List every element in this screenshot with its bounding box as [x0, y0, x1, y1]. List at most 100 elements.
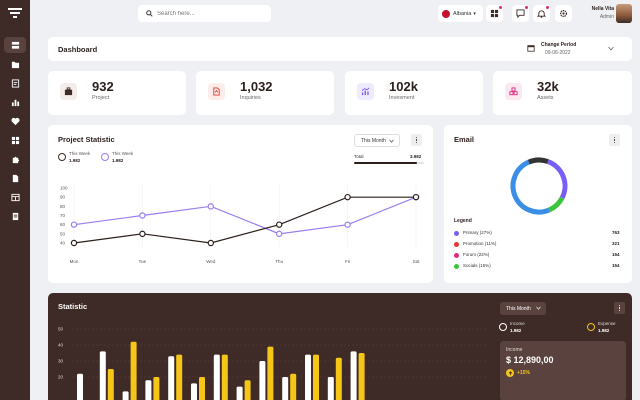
sidebar-item-plugins[interactable] — [4, 151, 26, 167]
stat-value: 102k — [389, 79, 418, 94]
data-point[interactable] — [70, 239, 78, 247]
expense-bar[interactable] — [107, 369, 114, 400]
chevron-down-icon: ▾ — [473, 10, 476, 17]
period-dropdown[interactable]: This Month — [500, 302, 546, 315]
data-point[interactable] — [207, 239, 214, 247]
donut-slice[interactable] — [546, 159, 568, 200]
search-box[interactable] — [138, 5, 271, 22]
expense-bar[interactable] — [130, 341, 137, 400]
language-select[interactable]: Albania ▾ — [438, 5, 483, 22]
avatar[interactable] — [616, 4, 632, 23]
stat-card-investment[interactable]: 102k Invesment — [345, 71, 483, 115]
donut-slice[interactable] — [510, 159, 551, 215]
topbar: Albania ▾ Nella Vita Admin — [30, 0, 640, 28]
briefcase-icon — [60, 83, 77, 100]
y-tick-label: 30 — [58, 359, 64, 364]
x-tick-label: Fri — [345, 259, 350, 264]
albania-flag-icon — [442, 9, 450, 18]
income-bar[interactable] — [145, 380, 152, 400]
sidebar-item-dashboard[interactable] — [4, 37, 26, 53]
change-period-label[interactable]: Change Period — [541, 42, 576, 48]
more-options-button[interactable] — [614, 302, 625, 314]
search-input[interactable] — [157, 10, 257, 17]
data-point[interactable] — [344, 193, 351, 201]
stat-card-project[interactable]: 932 Project — [48, 71, 186, 115]
sidebar-item-files[interactable] — [4, 170, 26, 186]
data-point[interactable] — [275, 230, 283, 238]
sidebar-item-apps[interactable] — [4, 132, 26, 148]
bars-icon — [11, 99, 19, 106]
legend-dot — [454, 242, 459, 247]
legend-dot — [454, 231, 459, 236]
email-donut-chart — [510, 157, 568, 215]
sidebar-item-stats[interactable] — [4, 94, 26, 110]
sidebar-item-folder[interactable] — [4, 56, 26, 72]
expense-bar[interactable] — [358, 353, 365, 400]
expense-bar[interactable] — [335, 357, 342, 400]
grid-icon — [490, 9, 499, 18]
x-tick-label: Mon — [70, 259, 79, 264]
dashboard-icon — [11, 41, 19, 49]
gear-icon — [559, 9, 568, 18]
apps-button[interactable] — [486, 5, 503, 22]
boxes-icon — [505, 83, 522, 100]
heart-icon — [10, 117, 20, 125]
income-bar[interactable] — [259, 361, 266, 400]
stat-label: Project — [92, 95, 110, 101]
more-options-button[interactable] — [609, 134, 620, 146]
expense-bar[interactable] — [290, 373, 297, 400]
y-tick-label: 70 — [60, 213, 66, 218]
income-bar[interactable] — [77, 373, 83, 400]
data-point[interactable] — [412, 193, 420, 201]
expense-bar[interactable] — [221, 354, 228, 400]
data-point[interactable] — [139, 212, 146, 219]
bell-icon — [537, 10, 546, 18]
income-bar[interactable] — [99, 351, 106, 400]
y-tick-label: 60 — [60, 222, 66, 227]
income-change: +15% — [517, 370, 530, 376]
messages-button[interactable] — [512, 5, 529, 22]
stat-value: 932 — [92, 79, 114, 94]
data-point[interactable] — [207, 203, 214, 210]
stat-card-inquiries[interactable]: 1,032 Inquiries — [196, 71, 334, 115]
income-box-value: $ 12,890,00 — [506, 355, 554, 365]
sidebar-item-docs[interactable] — [4, 75, 26, 91]
donut-slice[interactable] — [548, 196, 565, 213]
user-name: Nella Vita — [591, 6, 614, 12]
expense-bar[interactable] — [244, 380, 251, 400]
income-bar[interactable] — [350, 351, 357, 400]
expense-bar[interactable] — [176, 354, 183, 400]
stat-card-assets[interactable]: 32k Assets — [493, 71, 632, 115]
income-bar[interactable] — [305, 354, 311, 400]
y-tick-label: 40 — [60, 241, 66, 246]
income-bar[interactable] — [327, 377, 334, 400]
alerts-button[interactable] — [533, 5, 550, 22]
chevron-down-icon[interactable] — [608, 46, 614, 51]
income-bar[interactable] — [282, 377, 289, 400]
donut-slice[interactable] — [527, 157, 549, 165]
expense-bar[interactable] — [313, 354, 319, 400]
document-icon — [208, 83, 225, 100]
expense-bar[interactable] — [153, 377, 160, 400]
data-point[interactable] — [275, 221, 283, 228]
income-label: Income — [510, 321, 525, 326]
data-point[interactable] — [139, 230, 146, 238]
income-bar[interactable] — [168, 356, 175, 400]
settings-button[interactable] — [555, 5, 572, 22]
period-date[interactable]: 09-06-2022 — [545, 50, 571, 56]
income-bar[interactable] — [236, 386, 243, 400]
logo-icon[interactable] — [7, 6, 23, 20]
x-tick-label: Sat — [413, 259, 421, 264]
data-point[interactable] — [70, 221, 78, 228]
expense-bar[interactable] — [267, 346, 274, 400]
sidebar-item-table[interactable] — [4, 189, 26, 205]
income-bar[interactable] — [191, 383, 197, 400]
sidebar-item-notes[interactable] — [4, 208, 26, 224]
income-bar[interactable] — [122, 391, 129, 400]
stat-label: Invesment — [389, 95, 415, 101]
data-point[interactable] — [344, 221, 351, 228]
sidebar-item-favorites[interactable] — [4, 113, 26, 129]
expense-bar[interactable] — [199, 377, 205, 400]
stat-value: 1,032 — [240, 79, 273, 94]
income-bar[interactable] — [213, 354, 220, 400]
